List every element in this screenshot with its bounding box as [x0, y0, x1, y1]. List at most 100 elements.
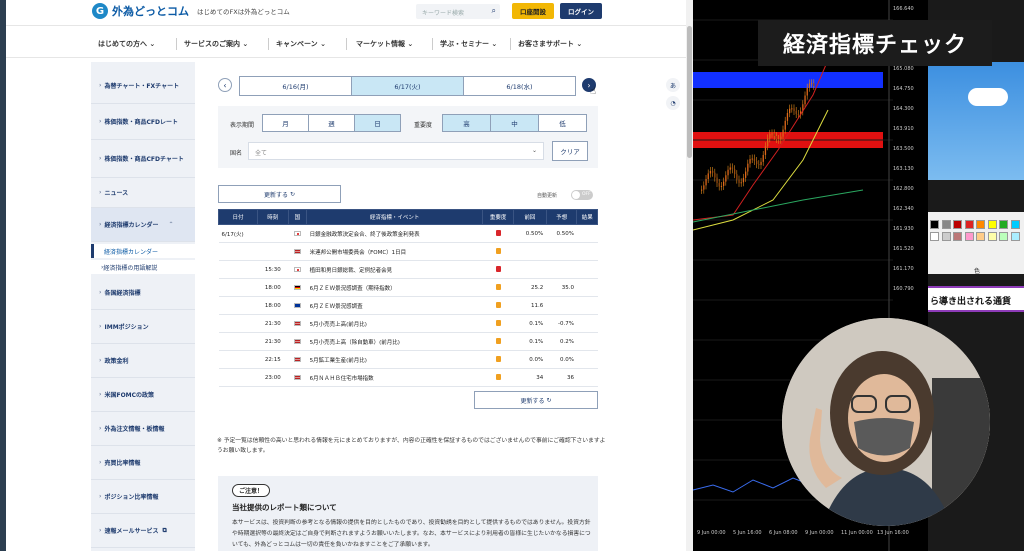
search-input[interactable]: キーワード検索 ⌕: [416, 4, 500, 19]
importance-high-button[interactable]: 高: [442, 114, 491, 132]
date-tab-prev[interactable]: 6/16(月): [239, 76, 352, 96]
candle-body: [740, 182, 742, 184]
color-swatch[interactable]: [941, 220, 951, 229]
candle-body: [780, 136, 782, 140]
importance-mid-button[interactable]: 中: [490, 114, 539, 132]
price-label: 162.340: [893, 206, 914, 212]
price-label: 161.170: [893, 266, 914, 272]
candle-body: [756, 161, 758, 165]
color-swatch[interactable]: [964, 232, 974, 241]
period-month-button[interactable]: 月: [262, 114, 309, 132]
sidebar-item-cfd-chart[interactable]: › 株価指数・商品CFDチャート: [91, 140, 195, 178]
table-row: 22:15 5月鉱工業生産(前月比) 0.0% 0.0%: [218, 350, 598, 369]
chevron-down-icon: ⌄: [531, 147, 537, 154]
search-icon[interactable]: ⌕: [492, 6, 496, 16]
country-select[interactable]: 全て ⌄: [248, 142, 544, 160]
date-tab-current[interactable]: 6/17(火): [351, 76, 464, 96]
color-swatch[interactable]: [964, 220, 974, 229]
flag-us-icon: [293, 248, 301, 254]
cell-forecast: [546, 242, 577, 261]
candle-body: [705, 179, 707, 186]
nav-item-support[interactable]: お客さまサポート ⌄: [518, 39, 582, 49]
sidebar-item-mail[interactable]: › 速報メールサービス ⧉: [91, 514, 195, 548]
sidebar-item-fomc[interactable]: › 米国FOMCの政策: [91, 378, 195, 412]
update-button-top[interactable]: 更新する ↻: [218, 185, 341, 203]
flag-us-icon: [293, 374, 301, 380]
cell-importance: [482, 296, 514, 315]
price-label: 160.790: [893, 286, 914, 292]
sidebar-item-indicators[interactable]: › 各国経済指標: [91, 276, 195, 310]
notice-title: 当社提供のレポート類について: [232, 503, 337, 512]
price-label: 161.930: [893, 226, 914, 232]
update-button-bottom[interactable]: 更新する ↻: [474, 391, 598, 409]
color-swatch[interactable]: [930, 232, 939, 241]
sidebar-item-position-ratio[interactable]: › ポジション比率情報: [91, 480, 195, 514]
login-button[interactable]: ログイン: [560, 3, 602, 19]
candle-body: [707, 173, 709, 180]
sidebar-item-policy-rate[interactable]: › 政策金利: [91, 344, 195, 378]
candle-body: [747, 163, 749, 172]
nav-item-market[interactable]: マーケット情報 ⌄: [356, 39, 413, 49]
clear-button[interactable]: クリア: [552, 141, 588, 161]
color-swatch[interactable]: [953, 220, 962, 229]
webcam-presenter: [782, 318, 990, 526]
color-swatch[interactable]: [976, 220, 985, 229]
color-swatch[interactable]: [930, 220, 939, 229]
sidebar-item-cfd-rate[interactable]: › 株価指数・商品CFDレート: [91, 104, 195, 140]
scrollbar[interactable]: [686, 0, 693, 551]
importance-low-button[interactable]: 低: [538, 114, 587, 132]
cell-importance: [482, 260, 514, 279]
site-logo[interactable]: G 外為どっとコム はじめてのFXは外為どっとコム: [92, 3, 290, 19]
color-swatch[interactable]: [987, 220, 997, 229]
color-swatch[interactable]: [941, 232, 951, 241]
color-swatch[interactable]: [1010, 232, 1020, 241]
sidebar-item-order-book[interactable]: › 外為注文情報・板情報: [91, 412, 195, 446]
chevron-right-icon: ›: [99, 189, 102, 196]
open-account-button[interactable]: 口座開設: [512, 3, 554, 19]
importance-mid-icon: [495, 337, 501, 344]
auto-update-toggle[interactable]: OFF: [571, 190, 593, 200]
color-swatch[interactable]: [999, 220, 1008, 229]
cell-event: 5月鉱工業生産(前月比): [306, 350, 483, 369]
chat-icon[interactable]: ◔: [666, 96, 680, 110]
scrollbar-thumb[interactable]: [687, 26, 692, 158]
sidebar-item-imm[interactable]: › IMMポジション: [91, 310, 195, 344]
period-day-button[interactable]: 日: [354, 114, 401, 132]
flag-de-icon: [293, 284, 301, 290]
cell-result: [576, 296, 598, 315]
cell-date: [218, 278, 258, 297]
cell-importance: [482, 242, 514, 261]
sidebar-item-fx-chart[interactable]: › 為替チャート・FXチャート: [91, 68, 195, 104]
flag-us-icon: [293, 320, 301, 326]
color-swatch[interactable]: [953, 232, 962, 241]
color-swatch[interactable]: [987, 232, 997, 241]
prev-date-button[interactable]: ‹: [218, 78, 232, 92]
cell-previous: [513, 260, 547, 279]
sidebar-item-calendar[interactable]: › 経済指標カレンダー ⌃: [91, 208, 195, 242]
col-event: 経済指標・イベント: [306, 209, 484, 225]
mouse-cursor-icon: ☝: [590, 86, 597, 97]
period-week-button[interactable]: 週: [308, 114, 355, 132]
nav-item-services[interactable]: サービスのご案内 ⌄: [184, 39, 248, 49]
sidebar-item-trade-ratio[interactable]: › 売買比率情報: [91, 446, 195, 480]
palette-label: 色: [974, 268, 981, 275]
cell-result: [576, 314, 598, 333]
sidebar-subitem-glossary[interactable]: › 経済指標の用語解説: [91, 260, 195, 274]
sidebar-item-news[interactable]: › ニュース: [91, 178, 195, 208]
color-swatch[interactable]: [1010, 220, 1020, 229]
sidebar-subitem-calendar[interactable]: 経済指標カレンダー: [91, 244, 195, 258]
chevron-right-icon: ›: [99, 155, 102, 162]
cell-event: 6月ＮＡＨＢ住宅市場指数: [306, 368, 483, 387]
nav-item-campaign[interactable]: キャンペーン ⌄: [276, 39, 326, 49]
nav-item-learn[interactable]: 学ぶ・セミナー ⌄: [440, 39, 497, 49]
country-value: 全て: [255, 150, 268, 157]
color-swatch[interactable]: [999, 232, 1008, 241]
color-swatch[interactable]: [976, 232, 985, 241]
nav-item-beginners[interactable]: はじめての方へ ⌄: [98, 39, 155, 49]
date-tab-next[interactable]: 6/18(水): [463, 76, 576, 96]
cell-result: [576, 224, 598, 243]
translate-icon[interactable]: あ: [666, 78, 680, 92]
flag-us-icon: [293, 356, 301, 362]
cell-event: 米連邦公開市場委員会（FOMC）1日目: [306, 242, 483, 261]
candle-body: [771, 133, 773, 135]
